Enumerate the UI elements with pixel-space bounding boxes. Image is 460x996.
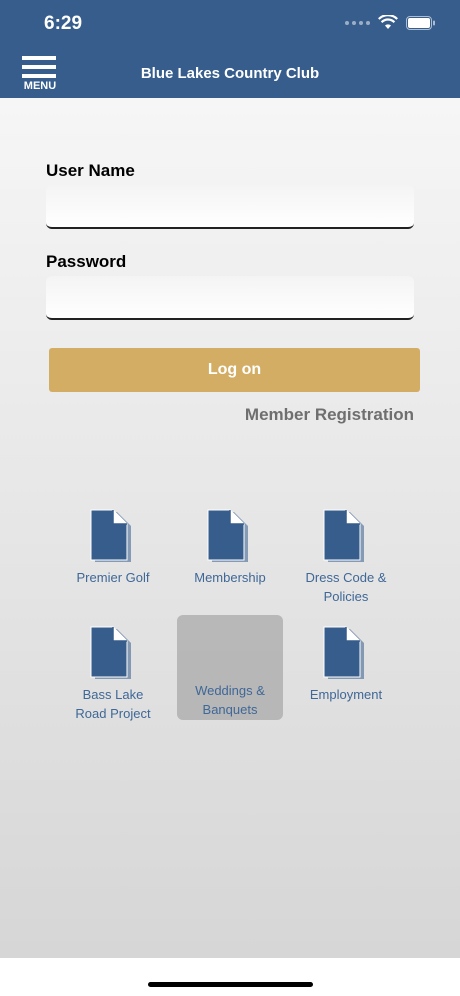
password-label: Password <box>46 252 127 271</box>
status-icons <box>345 15 436 30</box>
document-icon <box>323 509 364 562</box>
app-header: 6:29 MENU Blue Lakes Country Club <box>0 0 460 98</box>
tile-label: Membership <box>194 570 266 585</box>
tile-label: Employment <box>309 687 383 702</box>
tile-label: Bass Lake <box>82 687 144 702</box>
tile-image-placeholder <box>177 615 283 681</box>
tile-employment[interactable]: Employment <box>293 625 399 731</box>
tile-premier-golf[interactable]: Premier Golf <box>60 508 166 614</box>
tile-weddings-banquets[interactable]: Weddings & Banquets <box>177 615 283 720</box>
tile-bass-lake-road-project[interactable]: Bass Lake Road Project <box>60 625 166 731</box>
signal-icon <box>345 20 370 25</box>
battery-icon <box>406 15 435 30</box>
login-content: User Name Password Log on Member Registr… <box>0 98 460 958</box>
status-time: 6:29 <box>44 13 83 34</box>
tile-label: Dress Code & <box>305 570 387 585</box>
username-field[interactable] <box>46 185 414 229</box>
tile-label: Weddings & <box>195 683 265 698</box>
footer <box>0 958 460 996</box>
logon-button[interactable]: Log on <box>49 348 420 392</box>
tile-dress-code-policies[interactable]: Dress Code & Policies <box>293 508 399 614</box>
username-label: User Name <box>46 161 135 180</box>
document-icon <box>90 509 131 562</box>
document-icon <box>323 626 364 679</box>
tile-membership[interactable]: Membership <box>177 508 283 614</box>
wifi-icon <box>378 15 398 29</box>
member-registration-link[interactable]: Member Registration <box>245 405 414 425</box>
home-indicator[interactable] <box>148 982 313 987</box>
tile-label: Premier Golf <box>76 570 150 585</box>
document-icon <box>207 509 248 562</box>
page-title: Blue Lakes Country Club <box>140 65 320 82</box>
document-icon <box>90 626 131 679</box>
menu-icon <box>22 56 56 60</box>
password-field[interactable] <box>46 276 414 320</box>
